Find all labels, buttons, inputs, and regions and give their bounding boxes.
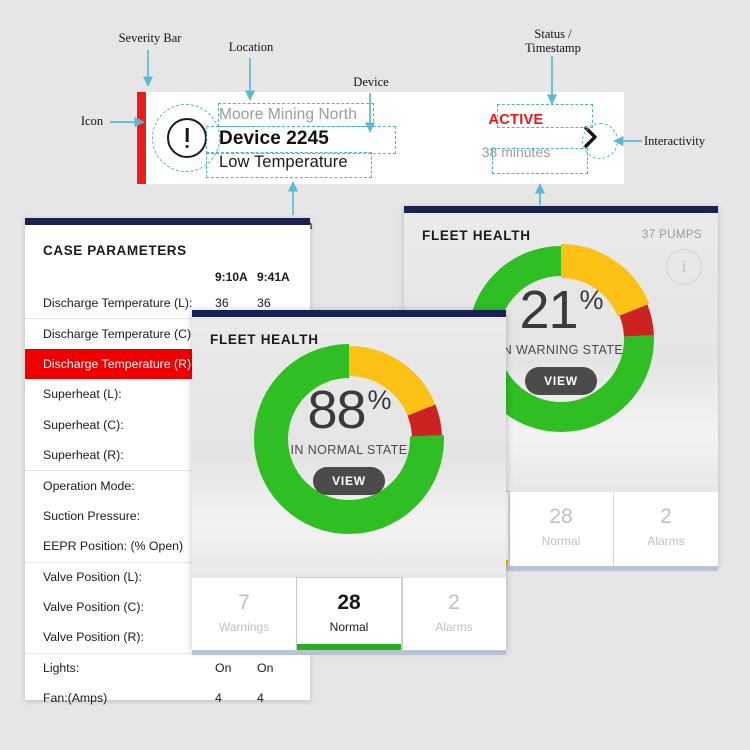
case-parameters-title: CASE PARAMETERS [43, 243, 187, 258]
fleet-state-label: IN WARNING STATE [498, 343, 624, 357]
percent-symbol: % [367, 385, 392, 415]
annotation-status-timestamp: Status / Timestamp [525, 27, 581, 55]
panel-shelf-front [192, 650, 506, 655]
stat-value: 7 [238, 591, 250, 614]
info-circle-icon[interactable]: i [666, 249, 702, 285]
case-parameter-name: Operation Mode: [43, 479, 135, 494]
stat-value: 28 [337, 591, 361, 614]
stat-value: 2 [448, 591, 460, 614]
case-parameter-name: Valve Position (R): [43, 630, 144, 645]
alert-location: Moore Mining North [219, 106, 357, 123]
stat-label: Normal [329, 620, 369, 634]
alert-text-block: Moore Mining North Device 2245 Low Tempe… [219, 104, 357, 174]
case-parameter-name: Superheat (R): [43, 448, 124, 463]
view-button[interactable]: VIEW [525, 367, 597, 395]
alert-description: Low Temperature [219, 153, 348, 171]
case-parameter-value: 36 [257, 296, 271, 311]
case-parameter-value: 36 [215, 296, 229, 311]
alert-timestamp: 38 minutes [481, 144, 551, 160]
alert-device: Device 2245 [219, 128, 329, 149]
case-parameter-name: Valve Position (L): [43, 570, 142, 585]
annotation-location: Location [228, 40, 274, 54]
panel-topbar [25, 218, 310, 225]
alert-card[interactable]: Moore Mining North Device 2245 Low Tempe… [137, 92, 624, 184]
column-header: 9:10A [215, 270, 248, 284]
annotation-severity-bar: Severity Bar [118, 31, 182, 45]
stat-label: Alarms [647, 534, 685, 548]
stat-normal[interactable]: 28 Normal [297, 578, 402, 650]
case-parameter-name: Valve Position (C): [43, 600, 144, 615]
case-parameter-name: Suction Pressure: [43, 508, 141, 523]
view-button[interactable]: VIEW [313, 467, 385, 495]
stat-normal[interactable]: 28 Normal [509, 492, 614, 566]
case-parameter-name: Fan:(Amps) [43, 691, 108, 706]
case-parameter-value: On [257, 661, 274, 676]
case-parameter-name: Superheat (L): [43, 387, 122, 402]
case-parameter-row[interactable]: Fan:(Amps) 4 4 [25, 683, 310, 713]
case-parameter-name: Discharge Temperature (L): [43, 296, 193, 311]
case-parameter-value: On [215, 661, 232, 676]
case-parameter-name: EEPR Position: (% Open) [43, 539, 184, 554]
panel-topbar [404, 206, 718, 213]
stat-label: Normal [541, 534, 581, 548]
fleet-donut-chart: 88 % IN NORMAL STATE VIEW [247, 337, 451, 541]
case-parameter-name: Lights: [43, 661, 80, 676]
chevron-right-icon[interactable] [576, 122, 606, 152]
case-parameter-name: Superheat (C): [43, 417, 124, 432]
exclamation-circle-icon [167, 118, 207, 158]
annotation-device: Device [353, 75, 389, 89]
stat-label: Warnings [218, 620, 270, 634]
fleet-state-label: IN NORMAL STATE [290, 443, 408, 457]
annotation-interactivity: Interactivity [644, 134, 706, 148]
stat-warnings[interactable]: 7 Warnings [192, 578, 297, 650]
stat-value: 2 [660, 505, 672, 528]
stat-alarms[interactable]: 2 Alarms [614, 492, 718, 566]
case-parameter-value: 4 [257, 691, 264, 706]
severity-bar [137, 92, 146, 184]
fleet-percent-value: 21 [519, 280, 578, 340]
stat-value: 28 [549, 505, 573, 528]
case-parameters-column-headers: 9:10A 9:41A [25, 266, 310, 288]
column-header: 9:41A [257, 270, 290, 284]
case-parameter-name: Discharge Temperature (R): [43, 356, 195, 371]
fleet-health-panel-normal[interactable]: FLEET HEALTH 88 % IN NORMAL STATE VIEW 7… [192, 310, 506, 650]
status-badge: ACTIVE [488, 112, 544, 128]
annotation-icon: Icon [80, 114, 104, 128]
panel-topbar [192, 310, 506, 317]
case-parameter-name: Discharge Temperature (C): [43, 327, 195, 342]
percent-symbol: % [579, 285, 604, 315]
stat-label: Alarms [435, 620, 473, 634]
fleet-stats-row: 7 Warnings 28 Normal 2 Alarms [192, 578, 506, 650]
case-parameter-value: 4 [215, 691, 222, 706]
case-parameter-row[interactable]: Lights: On On [25, 652, 310, 683]
fleet-percent-value: 88 [307, 380, 366, 440]
stat-alarms[interactable]: 2 Alarms [402, 578, 506, 650]
